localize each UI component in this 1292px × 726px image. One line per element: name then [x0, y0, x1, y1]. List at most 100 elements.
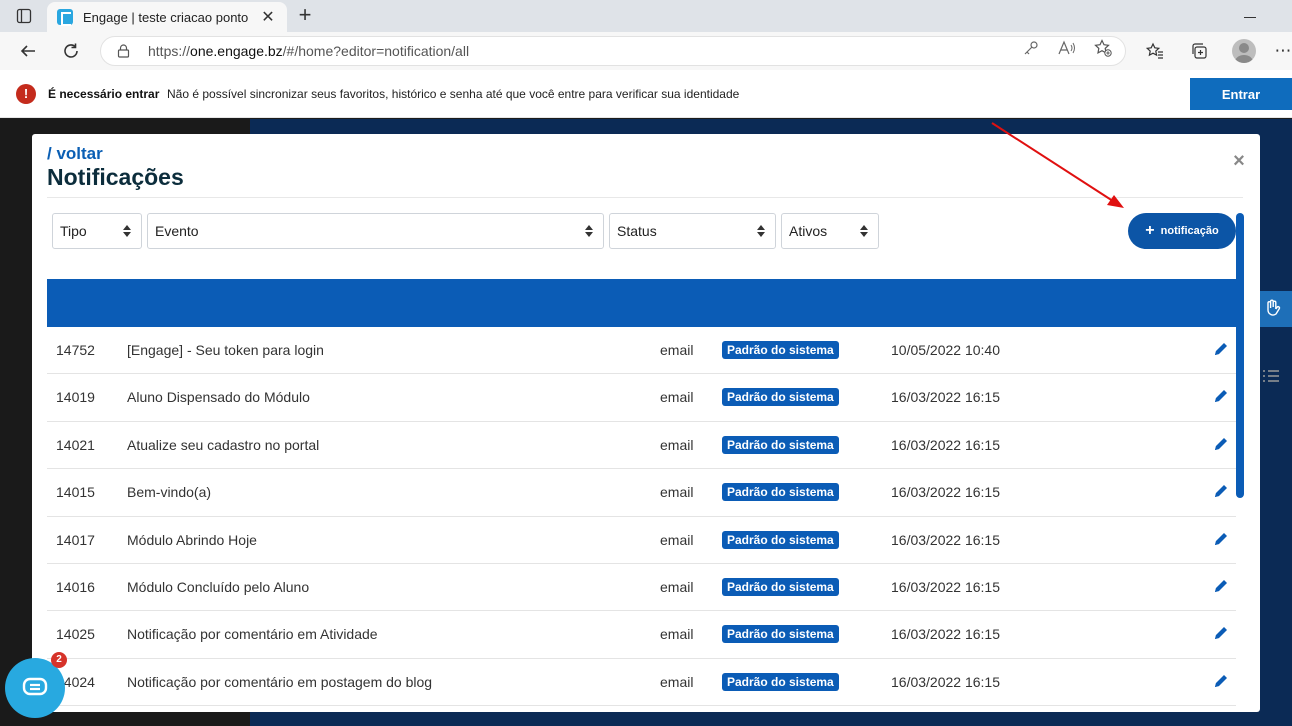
status-badge: Padrão do sistema	[722, 483, 839, 502]
ativos-select[interactable]: Ativos	[781, 213, 879, 249]
edit-pencil-icon[interactable]	[1212, 624, 1230, 642]
notification-date: 16/03/2022 16:15	[891, 436, 1000, 453]
edit-pencil-icon[interactable]	[1212, 387, 1230, 405]
collections-icon[interactable]	[1186, 38, 1212, 64]
notification-date: 16/03/2022 16:15	[891, 673, 1000, 690]
close-modal-icon[interactable]: ×	[1230, 150, 1248, 173]
engage-favicon-icon	[57, 9, 73, 26]
tab-actions-icon[interactable]	[8, 4, 40, 28]
favorites-icon[interactable]	[1142, 38, 1168, 64]
status-badge: Padrão do sistema	[722, 577, 839, 596]
table-row: 14021 Atualize seu cadastro no portal emai…	[47, 422, 1236, 470]
notification-name: Notificação por comentário em Atividade	[127, 626, 378, 643]
notification-channel: email	[660, 484, 694, 501]
table-row: 14024 Notificação por comentário em posta…	[47, 659, 1236, 707]
browser-tab-bar: Engage | teste criacao ponto ✕ +	[0, 0, 1292, 32]
url-text: https://one.engage.bz/#/home?editor=noti…	[148, 43, 469, 59]
refresh-icon[interactable]	[58, 38, 84, 64]
table-row: 14752 [Engage] - Seu token para login emai…	[47, 327, 1236, 375]
chat-icon	[22, 677, 48, 696]
address-bar[interactable]: https://one.engage.bz/#/home?editor=noti…	[100, 36, 1126, 66]
evento-select-value: Evento	[155, 223, 199, 239]
status-badge: Padrão do sistema	[722, 672, 839, 691]
table-row: 14019 Aluno Dispensado do Módulo email Padr…	[47, 374, 1236, 422]
notification-date: 16/03/2022 16:15	[891, 531, 1000, 548]
notification-id: 14025	[56, 626, 95, 643]
sync-title: É necessário entrar	[48, 87, 160, 101]
plus-icon: +	[1145, 222, 1155, 239]
tipo-select-value: Tipo	[60, 223, 87, 239]
notification-channel: email	[660, 436, 694, 453]
notification-channel: email	[660, 626, 694, 643]
back-link[interactable]: / voltar	[47, 144, 103, 164]
add-notification-label: notificação	[1160, 225, 1219, 237]
notification-id: 14021	[56, 436, 95, 453]
status-badge: Padrão do sistema	[722, 625, 839, 644]
more-options-icon[interactable]: ⋯	[1274, 38, 1292, 64]
status-select-value: Status	[617, 223, 657, 239]
page-title: Notificações	[47, 164, 184, 190]
ativos-select-value: Ativos	[789, 223, 828, 239]
new-tab-icon[interactable]: +	[293, 4, 317, 28]
evento-select[interactable]: Evento	[147, 213, 604, 249]
notification-channel: email	[660, 578, 694, 595]
edit-pencil-icon[interactable]	[1212, 435, 1230, 453]
notification-date: 16/03/2022 16:15	[891, 626, 1000, 643]
status-badge: Padrão do sistema	[722, 530, 839, 549]
scrollbar-thumb[interactable]	[1236, 213, 1244, 498]
url-path: /#/home?editor=notification/all	[282, 43, 470, 59]
table-row: 14016 Módulo Concluído pelo Aluno email Pad…	[47, 564, 1236, 612]
notification-id: 14017	[56, 531, 95, 548]
status-badge: Padrão do sistema	[722, 435, 839, 454]
header-divider	[47, 197, 1243, 198]
notification-id: 14016	[56, 578, 95, 595]
read-aloud-icon[interactable]	[1058, 39, 1076, 57]
browser-toolbar: https://one.engage.bz/#/home?editor=noti…	[0, 32, 1292, 70]
edit-pencil-icon[interactable]	[1212, 577, 1230, 595]
chat-unread-badge: 2	[51, 652, 67, 668]
notification-name: Módulo Abrindo Hoje	[127, 531, 257, 548]
list-icon[interactable]	[1262, 368, 1284, 390]
edit-pencil-icon[interactable]	[1212, 340, 1230, 358]
sign-in-button[interactable]: Entrar	[1190, 78, 1292, 110]
select-arrows-icon	[585, 224, 593, 238]
notification-name: Módulo Concluído pelo Aluno	[127, 578, 310, 595]
tipo-select[interactable]: Tipo	[52, 213, 142, 249]
key-icon[interactable]	[1022, 39, 1040, 57]
notification-date: 10/05/2022 10:40	[891, 342, 1000, 358]
notification-channel: email	[660, 673, 694, 690]
notification-name: Aluno Dispensado do Módulo	[127, 389, 310, 406]
table-header	[47, 279, 1237, 327]
notification-name: Notificação por comentário em postagem d…	[127, 673, 433, 690]
tab-title: Engage | teste criacao ponto	[83, 9, 249, 25]
url-host: one.engage.bz	[190, 43, 283, 59]
select-arrows-icon	[757, 224, 765, 238]
notification-name: [Engage] - Seu token para login	[127, 342, 324, 358]
table-row: 14025 Notificação por comentário em Ativi…	[47, 611, 1236, 659]
edit-pencil-icon[interactable]	[1212, 672, 1230, 690]
sync-message: Não é possível sincronizar seus favorito…	[167, 87, 740, 101]
add-notification-button[interactable]: + notificação	[1128, 213, 1236, 249]
notification-channel: email	[660, 531, 694, 548]
browser-tab[interactable]: Engage | teste criacao ponto ✕	[47, 2, 287, 32]
profile-avatar[interactable]	[1232, 39, 1256, 63]
edit-pencil-icon[interactable]	[1212, 482, 1230, 500]
notifications-modal: / voltar Notificações × Tipo Evento Stat…	[32, 134, 1260, 712]
close-tab-icon[interactable]: ✕	[259, 7, 277, 27]
select-arrows-icon	[123, 224, 131, 238]
table-row: 14015 Bem-vindo(a) email Padrão do sistema 1…	[47, 469, 1236, 517]
status-badge: Padrão do sistema	[722, 341, 839, 359]
notification-date: 16/03/2022 16:15	[891, 389, 1000, 406]
add-favorite-icon[interactable]	[1094, 39, 1112, 57]
table-row: 14017 Módulo Abrindo Hoje email Padrão do s…	[47, 517, 1236, 564]
edit-pencil-icon[interactable]	[1212, 530, 1230, 548]
notification-date: 16/03/2022 16:15	[891, 578, 1000, 595]
status-select[interactable]: Status	[609, 213, 776, 249]
lock-icon	[117, 44, 130, 58]
minimize-window-icon[interactable]	[1240, 8, 1260, 24]
back-arrow-icon[interactable]	[15, 38, 41, 64]
notification-channel: email	[660, 389, 694, 406]
status-badge: Padrão do sistema	[722, 388, 839, 407]
notification-id: 14752	[56, 342, 95, 358]
error-icon: !	[16, 84, 36, 104]
